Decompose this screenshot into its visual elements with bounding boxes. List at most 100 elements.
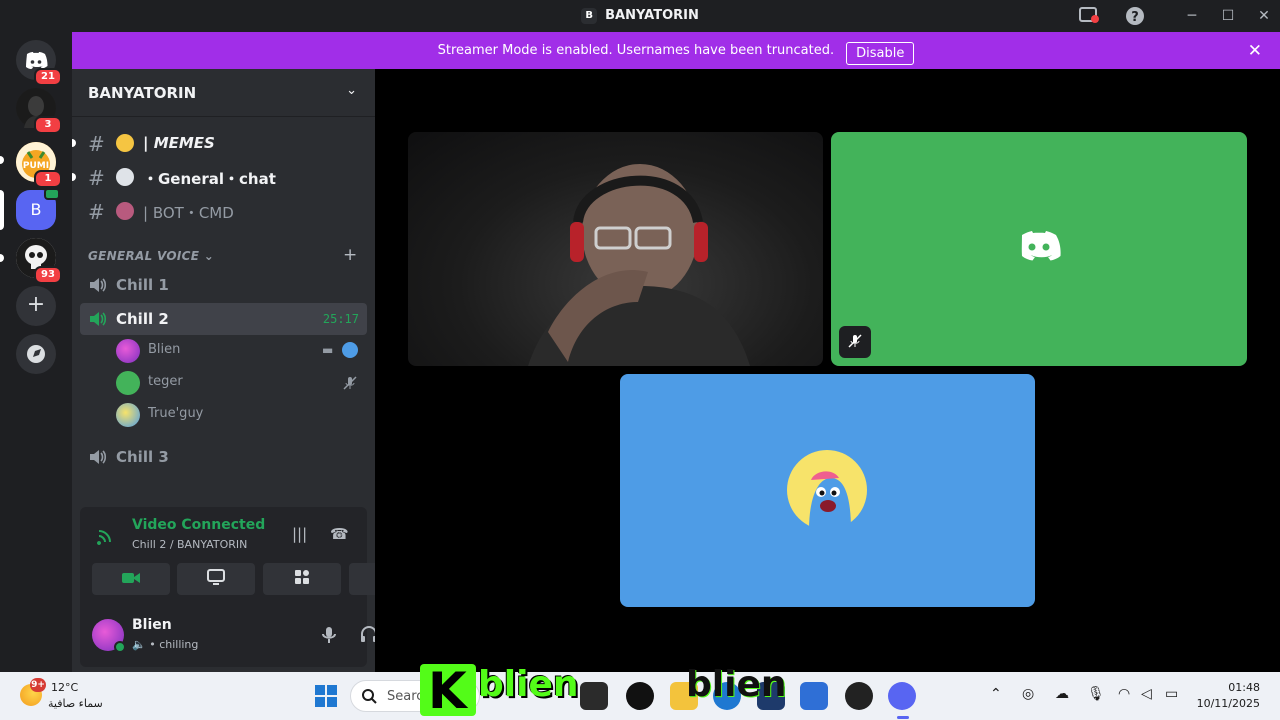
minimize-button[interactable]: ─ — [1177, 4, 1207, 28]
voice-category-header[interactable]: GENERAL VOICE ⌄ — [88, 249, 214, 263]
kick-logo-overlay: K — [420, 662, 476, 720]
trueguy-avatar-icon — [787, 450, 867, 530]
overlay-username-kick: blien — [478, 664, 579, 705]
server-header[interactable]: BANYATORIN ⌄ — [72, 69, 375, 117]
video-tile-trueguy[interactable] — [620, 374, 1035, 607]
speaker-icon — [90, 450, 107, 464]
screen-share-icon — [207, 569, 225, 585]
server-icon-pumi[interactable]: PUMI 1 — [16, 142, 62, 188]
connection-location: Chill 2 / BANYATORIN — [132, 538, 248, 551]
noise-suppression-icon[interactable]: ||| — [292, 525, 307, 543]
close-window-button[interactable]: ✕ — [1249, 4, 1279, 28]
active-app-indicator — [897, 716, 909, 719]
overlay-username-tiktok: blien — [686, 664, 787, 705]
avatar — [116, 339, 140, 363]
webcam-feed-image — [528, 164, 750, 366]
mic-tray-icon[interactable]: 🎙 — [1087, 686, 1105, 702]
server-unread-badge: 1 — [34, 170, 62, 188]
weather-description: سماء صافية — [48, 697, 103, 710]
battery-icon[interactable]: ▭ — [1165, 686, 1178, 702]
tray-app-icon[interactable]: ◎ — [1022, 686, 1034, 702]
chevron-up-icon[interactable]: ⌃ — [990, 686, 1002, 702]
explore-servers-button[interactable] — [16, 334, 56, 374]
text-channel-memes[interactable]: # | 𝙈𝙀𝙈𝙀𝙎 — [72, 127, 367, 159]
server-letter: B — [30, 200, 42, 219]
window-title-text: BANYATORIN — [605, 8, 699, 23]
category-name: GENERAL VOICE — [88, 249, 200, 263]
unread-pill — [0, 254, 4, 262]
voice-member-trueguy[interactable]: True'guy — [112, 400, 367, 430]
streamer-mode-banner: Streamer Mode is enabled. Usernames have… — [72, 32, 1280, 69]
discord-window: B BANYATORIN ? ─ ☐ ✕ Streamer Mode is ena… — [0, 0, 1280, 720]
discord-taskbar-icon[interactable] — [888, 682, 916, 710]
chevron-down-icon: ⌄ — [346, 83, 357, 98]
server-unread-badge: 93 — [34, 266, 62, 284]
user-name[interactable]: Blien — [132, 617, 172, 633]
help-icon[interactable]: ? — [1124, 6, 1146, 26]
disconnect-icon[interactable]: ☎ — [330, 525, 349, 543]
outlook-icon[interactable] — [800, 682, 828, 710]
maximize-button[interactable]: ☐ — [1213, 4, 1243, 28]
speaker-icon — [90, 278, 107, 292]
video-tile-webcam[interactable] — [408, 132, 823, 366]
member-name: teger — [148, 374, 183, 389]
voice-channel-chill-2[interactable]: Chill 2 25:17 — [80, 303, 367, 335]
video-tile-teger[interactable] — [831, 132, 1247, 366]
banner-close-icon[interactable]: ✕ — [1248, 41, 1262, 61]
voice-channel-name: Chill 1 — [116, 276, 169, 294]
clock-date[interactable]: 10/11/2025 — [1197, 697, 1260, 710]
mic-muted-icon — [839, 326, 871, 358]
connection-signal-icon[interactable] — [96, 525, 116, 545]
voice-member-blien[interactable]: Blien ▬ — [112, 336, 367, 366]
volume-icon[interactable]: ◁ — [1141, 686, 1152, 702]
clock-time[interactable]: 01:48 — [1228, 681, 1260, 694]
server-icon-banyatorin[interactable]: B — [16, 188, 60, 230]
windows-start-icon[interactable] — [314, 684, 338, 708]
voice-channel-name: Chill 3 — [116, 448, 169, 466]
task-view-icon[interactable] — [580, 682, 608, 710]
member-name: True'guy — [148, 406, 204, 421]
text-channel-bot-cmd[interactable]: # | BOT・CMD — [80, 195, 367, 227]
screen-share-button[interactable] — [177, 563, 255, 595]
voice-channel-chill-1[interactable]: Chill 1 — [80, 269, 367, 301]
camera-toggle-button[interactable] — [92, 563, 170, 595]
server-icon-dark[interactable]: 3 — [16, 88, 62, 134]
speech-bubble-icon — [116, 168, 134, 186]
tiktok-app-icon[interactable] — [626, 682, 654, 710]
microphone-icon[interactable] — [321, 625, 337, 645]
discord-logo-icon — [1021, 231, 1061, 261]
title-server-badge: B — [581, 8, 598, 24]
wifi-icon[interactable]: ◠ — [1118, 686, 1130, 702]
obs-studio-icon[interactable] — [845, 682, 873, 710]
text-channel-general-chat[interactable]: # ・General・chat — [72, 161, 367, 193]
create-channel-plus-icon[interactable]: + — [343, 245, 357, 265]
weather-temperature[interactable]: 12°C — [51, 681, 78, 694]
online-status-dot — [114, 641, 126, 653]
unread-pill — [0, 156, 4, 164]
server-icon-skull[interactable]: 93 — [16, 238, 62, 284]
user-status: 🔈 • chilling — [132, 638, 199, 651]
direct-messages-button[interactable]: 21 — [16, 40, 62, 86]
call-timer: 25:17 — [322, 312, 359, 326]
connection-status[interactable]: Video Connected — [132, 517, 265, 533]
activities-icon — [295, 570, 309, 584]
unread-indicator — [72, 173, 76, 181]
voice-channel-chill-3[interactable]: Chill 3 — [80, 441, 367, 473]
video-stage — [375, 69, 1280, 672]
add-server-button[interactable]: + — [16, 286, 56, 326]
hashtag-icon: # — [88, 200, 105, 224]
compass-icon — [27, 345, 45, 363]
speaker-active-icon — [90, 312, 107, 326]
avatar — [116, 403, 140, 427]
avatar — [116, 371, 140, 395]
selected-pill — [0, 190, 4, 230]
server-rail: 21 3 PUMI 1 B 93 + — [0, 32, 72, 672]
title-bar: B BANYATORIN ? ─ ☐ ✕ — [0, 0, 1280, 32]
disable-streamer-mode-button[interactable]: Disable — [846, 42, 915, 65]
unread-indicator — [72, 139, 76, 147]
inbox-icon[interactable] — [1078, 6, 1100, 26]
server-name: BANYATORIN — [88, 84, 197, 102]
activities-button[interactable] — [263, 563, 341, 595]
cloud-icon[interactable]: ☁ — [1055, 686, 1069, 702]
voice-member-teger[interactable]: teger — [112, 368, 367, 398]
